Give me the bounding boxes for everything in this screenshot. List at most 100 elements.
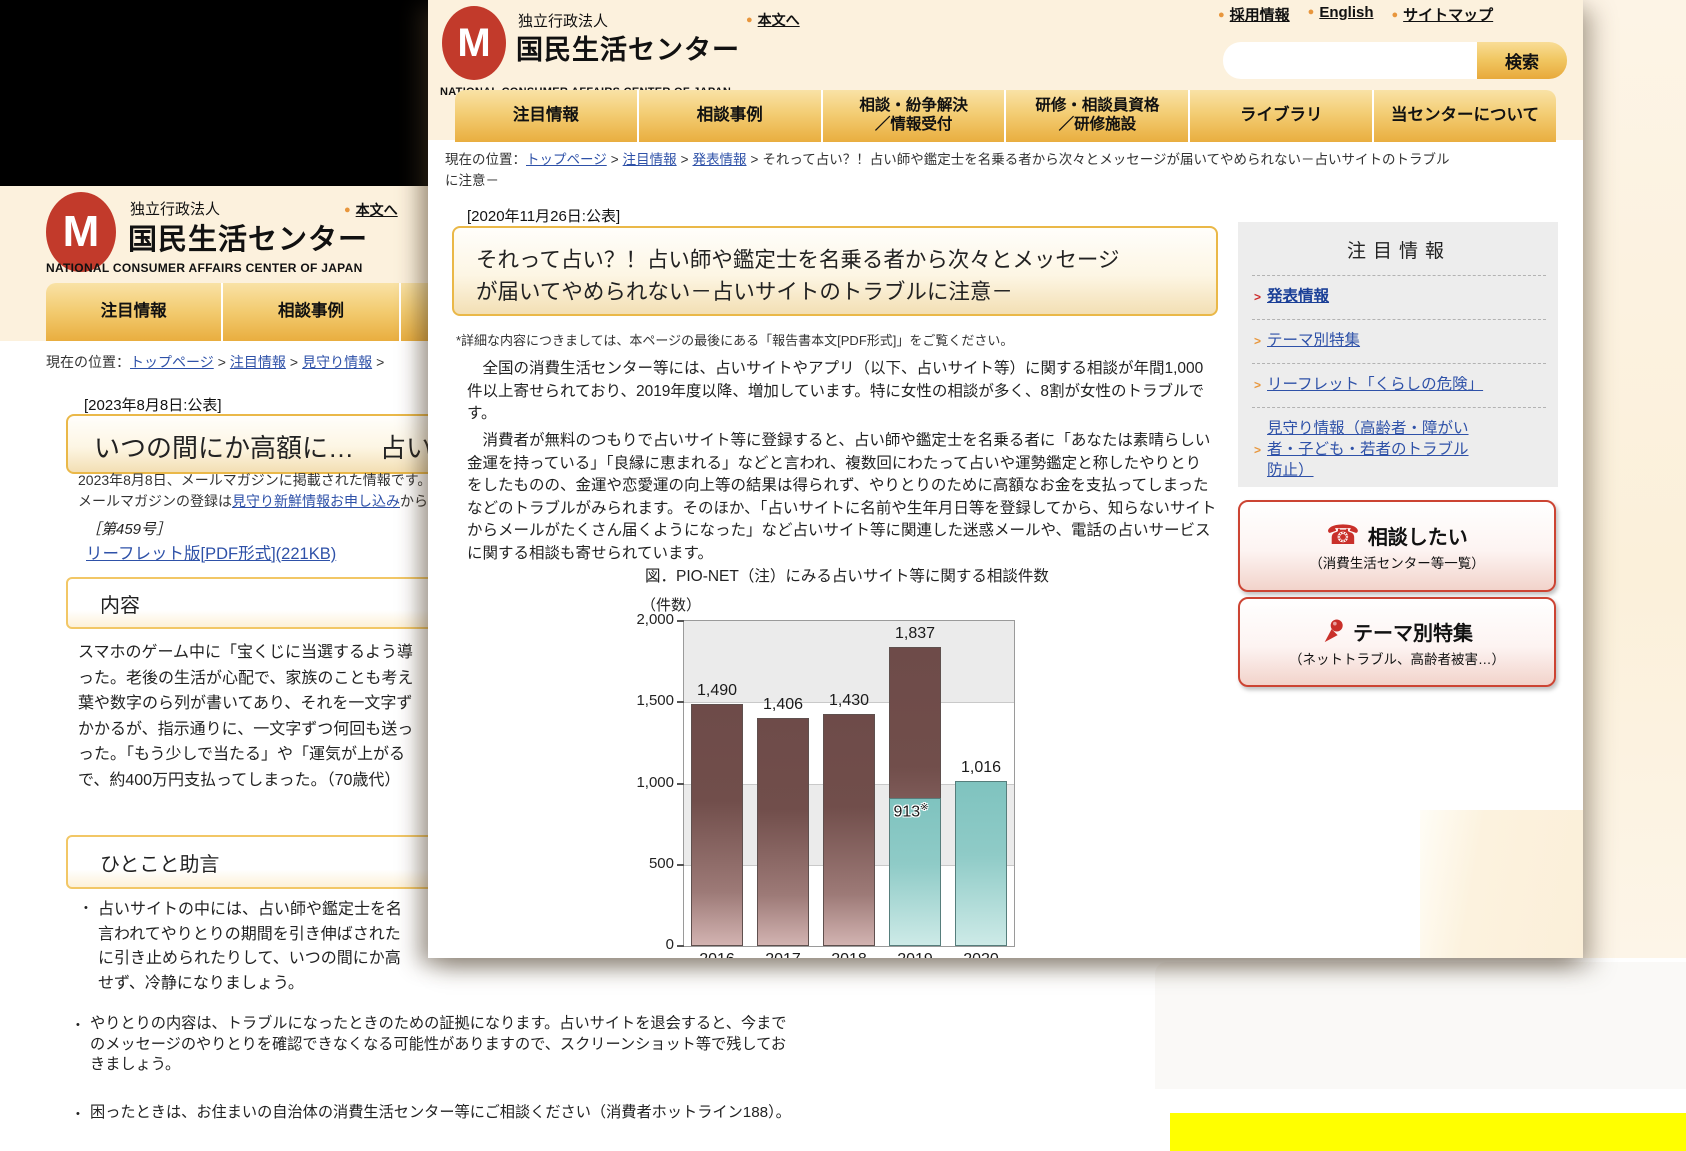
y-tick-label: 1,000 — [636, 774, 674, 791]
background-window: M 独立行政法人 国民生活センター NATIONAL CONSUMER AFFA… — [0, 0, 428, 1151]
bg-content-text: スマホのゲーム中に「宝くじに当選するよう導 った。老後の生活が心配で、家族のこと… — [78, 640, 413, 793]
y-tick-label: 500 — [649, 855, 674, 872]
fg-paragraph-1: 全国の消費生活センター等には、占いサイトやアプリ（以下、占いサイト等）に関する相… — [467, 358, 1204, 426]
chart-bar-2018 — [823, 714, 875, 946]
fg-article-title: それって占い？！占い師や鑑定士を名乗る者から次々とメッセージ が届いてやめられな… — [454, 228, 1216, 308]
bg-issue-number: ［第459号］ — [86, 518, 171, 539]
crumb-happyo-joho[interactable]: 発表情報 — [693, 152, 747, 167]
bg-article-title: いつの間にか高額に… 占い — [68, 416, 428, 465]
bg-skip-to-content-link[interactable]: ●本文へ — [344, 200, 398, 220]
bg-nav-tabbar: 注目情報 相談事例 相談・紛争解決 ／情報受付 研修・相談員資格 ／研修施設 ラ… — [46, 283, 428, 341]
utility-link-english[interactable]: ●English — [1308, 4, 1374, 25]
bg-tab-funso[interactable]: 相談・紛争解決 ／情報受付 — [399, 283, 428, 341]
crumb-chumoku-joho[interactable]: 注目情報 — [623, 152, 677, 167]
chevron-right-icon: > — [1254, 377, 1261, 393]
chart-value-label: 1,016 — [948, 759, 1014, 777]
fg-breadcrumb: 現在の位置：トップページ>注目情報>発表情報>それって占い？！占い師や鑑定士を名… — [445, 150, 1460, 192]
x-tick-label: 2017 — [750, 951, 816, 958]
sidebar-chumoku-box: 注目情報 > 発表情報 > テーマ別特集 > リーフレット「くらしの危険」 > … — [1238, 222, 1558, 487]
white-panel — [1155, 962, 1686, 1089]
sidebar-item-leaflet[interactable]: > リーフレット「くらしの危険」 — [1252, 363, 1546, 407]
chart-bar-2017 — [757, 718, 809, 946]
search-button[interactable]: 検索 — [1477, 42, 1567, 79]
bg-section-hitokoto: ひとこと助言 — [66, 835, 428, 889]
screenshot-canvas: M 独立行政法人 国民生活センター NATIONAL CONSUMER AFFA… — [0, 0, 1686, 1151]
x-tick-label: 2016 — [684, 951, 750, 958]
chart-title: 図．PIO-NET（注）にみる占いサイト等に関する相談件数 — [645, 564, 1049, 586]
bg-logo-name[interactable]: 国民生活センター — [128, 216, 368, 258]
foreground-window: M 独立行政法人 国民生活センター NATIONAL CONSUMER AFFA… — [428, 0, 1583, 958]
tab-library[interactable]: ライブラリ — [1188, 90, 1372, 142]
y-tick-label: 2,000 — [636, 611, 674, 628]
bullet-icon: ● — [1392, 9, 1399, 21]
yellow-highlight-bar — [1170, 1113, 1686, 1151]
crumb-top-page[interactable]: トップページ — [526, 152, 607, 167]
x-tick-label: 2019 — [882, 951, 948, 958]
fg-publish-date: [2020年11月26日:公表] — [467, 205, 620, 226]
chart-value-label: 1,837 — [882, 625, 948, 643]
fg-page-bottom-background — [1420, 810, 1583, 958]
fg-article-title-box: それって占い？！占い師や鑑定士を名乗る者から次々とメッセージ が届いてやめられな… — [452, 226, 1218, 316]
chart-overlay-value-label: 913※ — [885, 802, 937, 821]
chart-value-label: 1,406 — [750, 696, 816, 714]
bg-meta-line1: 2023年8月8日、メールマガジンに掲載された情報です。 — [78, 470, 428, 490]
y-tick-label: 1,500 — [636, 692, 674, 709]
bullet-icon: ● — [344, 204, 351, 216]
sidebar-header: 注目情報 — [1252, 236, 1546, 263]
bullet-icon: ● — [746, 14, 753, 26]
bg-advice-item-1: 占いサイトの中には、占い師や鑑定士を名 言われてやりとりの期間を引き伸ばされた … — [98, 898, 402, 996]
page-background-strip — [1583, 0, 1686, 958]
sidebar-item-theme-tokushu[interactable]: > テーマ別特集 — [1252, 319, 1546, 363]
tab-about-center[interactable]: 当センターについて — [1372, 90, 1556, 142]
bg-crumb-top[interactable]: トップページ — [130, 354, 214, 370]
pushpin-icon — [1321, 617, 1345, 645]
bg-breadcrumb: 現在の位置：トップページ>注目情報>見守り情報> — [46, 352, 388, 374]
chart-bar-2016 — [691, 704, 743, 946]
black-overlay-box — [0, 0, 428, 186]
bg-tab-sodanjirei[interactable]: 相談事例 — [221, 283, 398, 341]
utility-link-recruit[interactable]: ●採用情報 — [1218, 4, 1290, 25]
y-tick-label: 0 — [666, 936, 674, 953]
fg-logo-name[interactable]: 国民生活センター — [516, 28, 740, 67]
fg-skip-to-content-link[interactable]: ●本文へ — [746, 10, 800, 30]
chart-value-label: 1,430 — [816, 692, 882, 710]
fg-utility-links: ●採用情報 ●English ●サイトマップ — [1218, 4, 1493, 25]
x-tick-label: 2018 — [816, 951, 882, 958]
tab-funso-kaiketsu[interactable]: 相談・紛争解決 ／情報受付 — [821, 90, 1005, 142]
bg-tab-chumoku[interactable]: 注目情報 — [46, 283, 221, 341]
x-tick-label: 2020 — [948, 951, 1014, 958]
bg-leaflet-pdf-link[interactable]: リーフレット版[PDF形式](221KB) — [86, 540, 336, 564]
chart-plot: 05001,0001,5002,0001,49020161,40620171,4… — [683, 620, 1015, 947]
ncac-logo-mark[interactable]: M — [46, 192, 116, 272]
chart-bar-2020 — [955, 781, 1007, 946]
logo-m-glyph: M — [63, 207, 100, 257]
tab-chumoku-joho[interactable]: 注目情報 — [455, 90, 637, 142]
tab-kenshu-shikaku[interactable]: 研修・相談員資格 ／研修施設 — [1004, 90, 1188, 142]
bg-crumb-chumoku[interactable]: 注目情報 — [230, 354, 286, 370]
fg-pdf-note: *詳細な内容につきましては、本ページの最後にある「報告書本文[PDF形式]」をご… — [456, 330, 1013, 349]
list-dot: • — [84, 902, 88, 914]
phone-icon: ☎ — [1326, 522, 1360, 549]
logo-m-glyph: M — [457, 21, 490, 66]
bg-mailmag-link[interactable]: 見守り新鮮情報お申し込み — [232, 493, 400, 509]
ncac-logo-mark[interactable]: M — [442, 6, 506, 80]
bg-crumb-mimamori[interactable]: 見守り情報 — [302, 354, 372, 370]
fg-paragraph-2: 消費者が無料のつもりで占いサイト等に登録すると、占い師や鑑定士を名乗る者に「あな… — [467, 430, 1216, 565]
bg-logo-name-en: NATIONAL CONSUMER AFFAIRS CENTER OF JAPA… — [46, 261, 363, 275]
chevron-right-icon: > — [1254, 442, 1261, 458]
bullet-icon: ● — [1218, 9, 1225, 21]
chevron-right-icon: > — [1254, 289, 1261, 305]
fg-nav-tabbar: 注目情報 相談事例 相談・紛争解決 ／情報受付 研修・相談員資格 ／研修施設 ラ… — [455, 90, 1556, 142]
utility-link-sitemap[interactable]: ●サイトマップ — [1392, 4, 1494, 25]
bullet-icon: ● — [1308, 6, 1315, 18]
sidebar-item-mimamori-joho[interactable]: > 見守り情報（高齢者・障がい 者・子ども・若者のトラブル 防止） — [1252, 407, 1546, 493]
bg-publish-date: [2023年8月8日:公表] — [84, 394, 222, 415]
bg-article-title-box: いつの間にか高額に… 占い — [66, 414, 428, 474]
tab-sodan-jirei[interactable]: 相談事例 — [637, 90, 821, 142]
consult-button[interactable]: ☎相談したい （消費生活センター等一覧） — [1238, 500, 1556, 592]
bg-meta-line2: メールマガジンの登録は見守り新鮮情報お申し込みからで — [78, 491, 428, 511]
theme-tokushu-button[interactable]: テーマ別特集 （ネットトラブル、高齢者被害…） — [1238, 597, 1556, 687]
chevron-right-icon: > — [1254, 333, 1261, 349]
sidebar-item-happyo-joho[interactable]: > 発表情報 — [1252, 275, 1546, 319]
chart-value-label: 1,490 — [684, 682, 750, 700]
